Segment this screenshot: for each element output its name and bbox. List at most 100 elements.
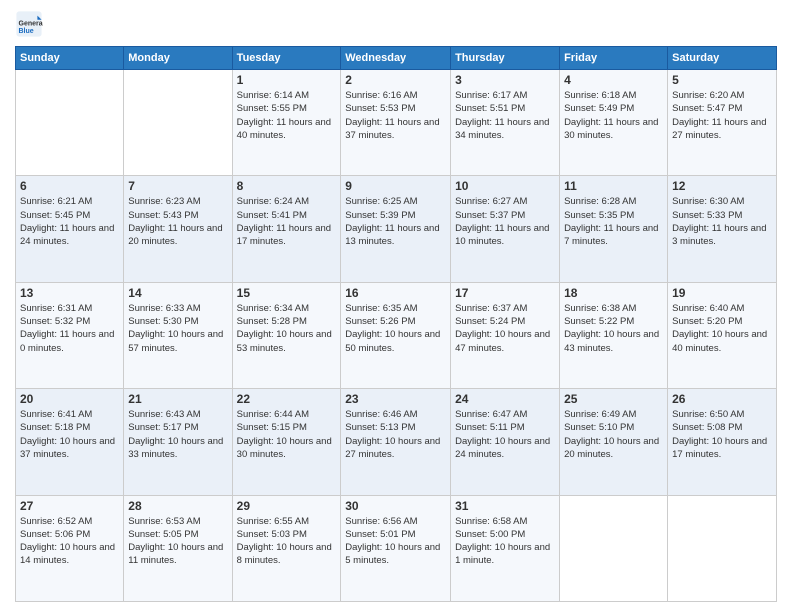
day-cell: 11 Sunrise: 6:28 AM Sunset: 5:35 PM Dayl… xyxy=(560,176,668,282)
day-info: Sunrise: 6:40 AM Sunset: 5:20 PM Dayligh… xyxy=(672,302,772,355)
day-number: 1 xyxy=(237,73,337,87)
col-header-wednesday: Wednesday xyxy=(341,47,451,70)
day-cell: 10 Sunrise: 6:27 AM Sunset: 5:37 PM Dayl… xyxy=(451,176,560,282)
day-info: Sunrise: 6:27 AM Sunset: 5:37 PM Dayligh… xyxy=(455,195,555,248)
day-cell: 24 Sunrise: 6:47 AM Sunset: 5:11 PM Dayl… xyxy=(451,389,560,495)
page: General Blue SundayMondayTuesdayWednesda… xyxy=(0,0,792,612)
day-info: Sunrise: 6:34 AM Sunset: 5:28 PM Dayligh… xyxy=(237,302,337,355)
day-info: Sunrise: 6:38 AM Sunset: 5:22 PM Dayligh… xyxy=(564,302,663,355)
day-info: Sunrise: 6:55 AM Sunset: 5:03 PM Dayligh… xyxy=(237,515,337,568)
day-info: Sunrise: 6:41 AM Sunset: 5:18 PM Dayligh… xyxy=(20,408,119,461)
day-info: Sunrise: 6:33 AM Sunset: 5:30 PM Dayligh… xyxy=(128,302,227,355)
logo-icon: General Blue xyxy=(15,10,43,38)
day-number: 4 xyxy=(564,73,663,87)
logo: General Blue xyxy=(15,10,47,38)
day-info: Sunrise: 6:20 AM Sunset: 5:47 PM Dayligh… xyxy=(672,89,772,142)
day-info: Sunrise: 6:30 AM Sunset: 5:33 PM Dayligh… xyxy=(672,195,772,248)
day-cell: 13 Sunrise: 6:31 AM Sunset: 5:32 PM Dayl… xyxy=(16,282,124,388)
day-info: Sunrise: 6:47 AM Sunset: 5:11 PM Dayligh… xyxy=(455,408,555,461)
day-info: Sunrise: 6:14 AM Sunset: 5:55 PM Dayligh… xyxy=(237,89,337,142)
day-info: Sunrise: 6:50 AM Sunset: 5:08 PM Dayligh… xyxy=(672,408,772,461)
day-info: Sunrise: 6:31 AM Sunset: 5:32 PM Dayligh… xyxy=(20,302,119,355)
col-header-sunday: Sunday xyxy=(16,47,124,70)
day-number: 5 xyxy=(672,73,772,87)
day-number: 17 xyxy=(455,286,555,300)
day-info: Sunrise: 6:21 AM Sunset: 5:45 PM Dayligh… xyxy=(20,195,119,248)
col-header-friday: Friday xyxy=(560,47,668,70)
day-cell: 30 Sunrise: 6:56 AM Sunset: 5:01 PM Dayl… xyxy=(341,495,451,601)
day-number: 3 xyxy=(455,73,555,87)
header: General Blue xyxy=(15,10,777,38)
week-row-1: 1 Sunrise: 6:14 AM Sunset: 5:55 PM Dayli… xyxy=(16,70,777,176)
day-cell: 19 Sunrise: 6:40 AM Sunset: 5:20 PM Dayl… xyxy=(668,282,777,388)
day-cell: 6 Sunrise: 6:21 AM Sunset: 5:45 PM Dayli… xyxy=(16,176,124,282)
day-number: 14 xyxy=(128,286,227,300)
day-number: 27 xyxy=(20,499,119,513)
day-info: Sunrise: 6:23 AM Sunset: 5:43 PM Dayligh… xyxy=(128,195,227,248)
day-cell xyxy=(124,70,232,176)
day-number: 26 xyxy=(672,392,772,406)
day-number: 28 xyxy=(128,499,227,513)
day-number: 25 xyxy=(564,392,663,406)
day-info: Sunrise: 6:18 AM Sunset: 5:49 PM Dayligh… xyxy=(564,89,663,142)
day-number: 30 xyxy=(345,499,446,513)
day-number: 22 xyxy=(237,392,337,406)
day-number: 10 xyxy=(455,179,555,193)
day-number: 7 xyxy=(128,179,227,193)
week-row-4: 20 Sunrise: 6:41 AM Sunset: 5:18 PM Dayl… xyxy=(16,389,777,495)
day-cell: 18 Sunrise: 6:38 AM Sunset: 5:22 PM Dayl… xyxy=(560,282,668,388)
day-cell: 2 Sunrise: 6:16 AM Sunset: 5:53 PM Dayli… xyxy=(341,70,451,176)
day-number: 19 xyxy=(672,286,772,300)
day-cell: 25 Sunrise: 6:49 AM Sunset: 5:10 PM Dayl… xyxy=(560,389,668,495)
day-number: 11 xyxy=(564,179,663,193)
day-cell: 31 Sunrise: 6:58 AM Sunset: 5:00 PM Dayl… xyxy=(451,495,560,601)
day-cell: 9 Sunrise: 6:25 AM Sunset: 5:39 PM Dayli… xyxy=(341,176,451,282)
day-info: Sunrise: 6:46 AM Sunset: 5:13 PM Dayligh… xyxy=(345,408,446,461)
day-number: 21 xyxy=(128,392,227,406)
day-number: 24 xyxy=(455,392,555,406)
day-number: 6 xyxy=(20,179,119,193)
day-info: Sunrise: 6:58 AM Sunset: 5:00 PM Dayligh… xyxy=(455,515,555,568)
day-cell: 15 Sunrise: 6:34 AM Sunset: 5:28 PM Dayl… xyxy=(232,282,341,388)
day-number: 23 xyxy=(345,392,446,406)
day-cell: 7 Sunrise: 6:23 AM Sunset: 5:43 PM Dayli… xyxy=(124,176,232,282)
day-number: 12 xyxy=(672,179,772,193)
day-cell: 29 Sunrise: 6:55 AM Sunset: 5:03 PM Dayl… xyxy=(232,495,341,601)
day-cell: 21 Sunrise: 6:43 AM Sunset: 5:17 PM Dayl… xyxy=(124,389,232,495)
col-header-thursday: Thursday xyxy=(451,47,560,70)
day-number: 8 xyxy=(237,179,337,193)
day-info: Sunrise: 6:35 AM Sunset: 5:26 PM Dayligh… xyxy=(345,302,446,355)
day-cell: 17 Sunrise: 6:37 AM Sunset: 5:24 PM Dayl… xyxy=(451,282,560,388)
svg-text:General: General xyxy=(19,20,44,27)
day-cell: 28 Sunrise: 6:53 AM Sunset: 5:05 PM Dayl… xyxy=(124,495,232,601)
day-cell: 12 Sunrise: 6:30 AM Sunset: 5:33 PM Dayl… xyxy=(668,176,777,282)
week-row-3: 13 Sunrise: 6:31 AM Sunset: 5:32 PM Dayl… xyxy=(16,282,777,388)
day-info: Sunrise: 6:43 AM Sunset: 5:17 PM Dayligh… xyxy=(128,408,227,461)
day-cell xyxy=(668,495,777,601)
day-info: Sunrise: 6:24 AM Sunset: 5:41 PM Dayligh… xyxy=(237,195,337,248)
week-row-2: 6 Sunrise: 6:21 AM Sunset: 5:45 PM Dayli… xyxy=(16,176,777,282)
day-info: Sunrise: 6:17 AM Sunset: 5:51 PM Dayligh… xyxy=(455,89,555,142)
col-header-tuesday: Tuesday xyxy=(232,47,341,70)
calendar: SundayMondayTuesdayWednesdayThursdayFrid… xyxy=(15,46,777,602)
day-cell: 20 Sunrise: 6:41 AM Sunset: 5:18 PM Dayl… xyxy=(16,389,124,495)
calendar-header-row: SundayMondayTuesdayWednesdayThursdayFrid… xyxy=(16,47,777,70)
day-number: 18 xyxy=(564,286,663,300)
day-cell: 4 Sunrise: 6:18 AM Sunset: 5:49 PM Dayli… xyxy=(560,70,668,176)
day-number: 29 xyxy=(237,499,337,513)
day-number: 15 xyxy=(237,286,337,300)
day-cell: 14 Sunrise: 6:33 AM Sunset: 5:30 PM Dayl… xyxy=(124,282,232,388)
day-cell: 5 Sunrise: 6:20 AM Sunset: 5:47 PM Dayli… xyxy=(668,70,777,176)
day-number: 13 xyxy=(20,286,119,300)
day-cell: 1 Sunrise: 6:14 AM Sunset: 5:55 PM Dayli… xyxy=(232,70,341,176)
day-cell: 23 Sunrise: 6:46 AM Sunset: 5:13 PM Dayl… xyxy=(341,389,451,495)
day-cell: 27 Sunrise: 6:52 AM Sunset: 5:06 PM Dayl… xyxy=(16,495,124,601)
day-cell: 16 Sunrise: 6:35 AM Sunset: 5:26 PM Dayl… xyxy=(341,282,451,388)
day-cell: 26 Sunrise: 6:50 AM Sunset: 5:08 PM Dayl… xyxy=(668,389,777,495)
day-cell: 8 Sunrise: 6:24 AM Sunset: 5:41 PM Dayli… xyxy=(232,176,341,282)
svg-text:Blue: Blue xyxy=(19,28,34,35)
day-info: Sunrise: 6:52 AM Sunset: 5:06 PM Dayligh… xyxy=(20,515,119,568)
day-info: Sunrise: 6:53 AM Sunset: 5:05 PM Dayligh… xyxy=(128,515,227,568)
day-number: 2 xyxy=(345,73,446,87)
day-info: Sunrise: 6:49 AM Sunset: 5:10 PM Dayligh… xyxy=(564,408,663,461)
